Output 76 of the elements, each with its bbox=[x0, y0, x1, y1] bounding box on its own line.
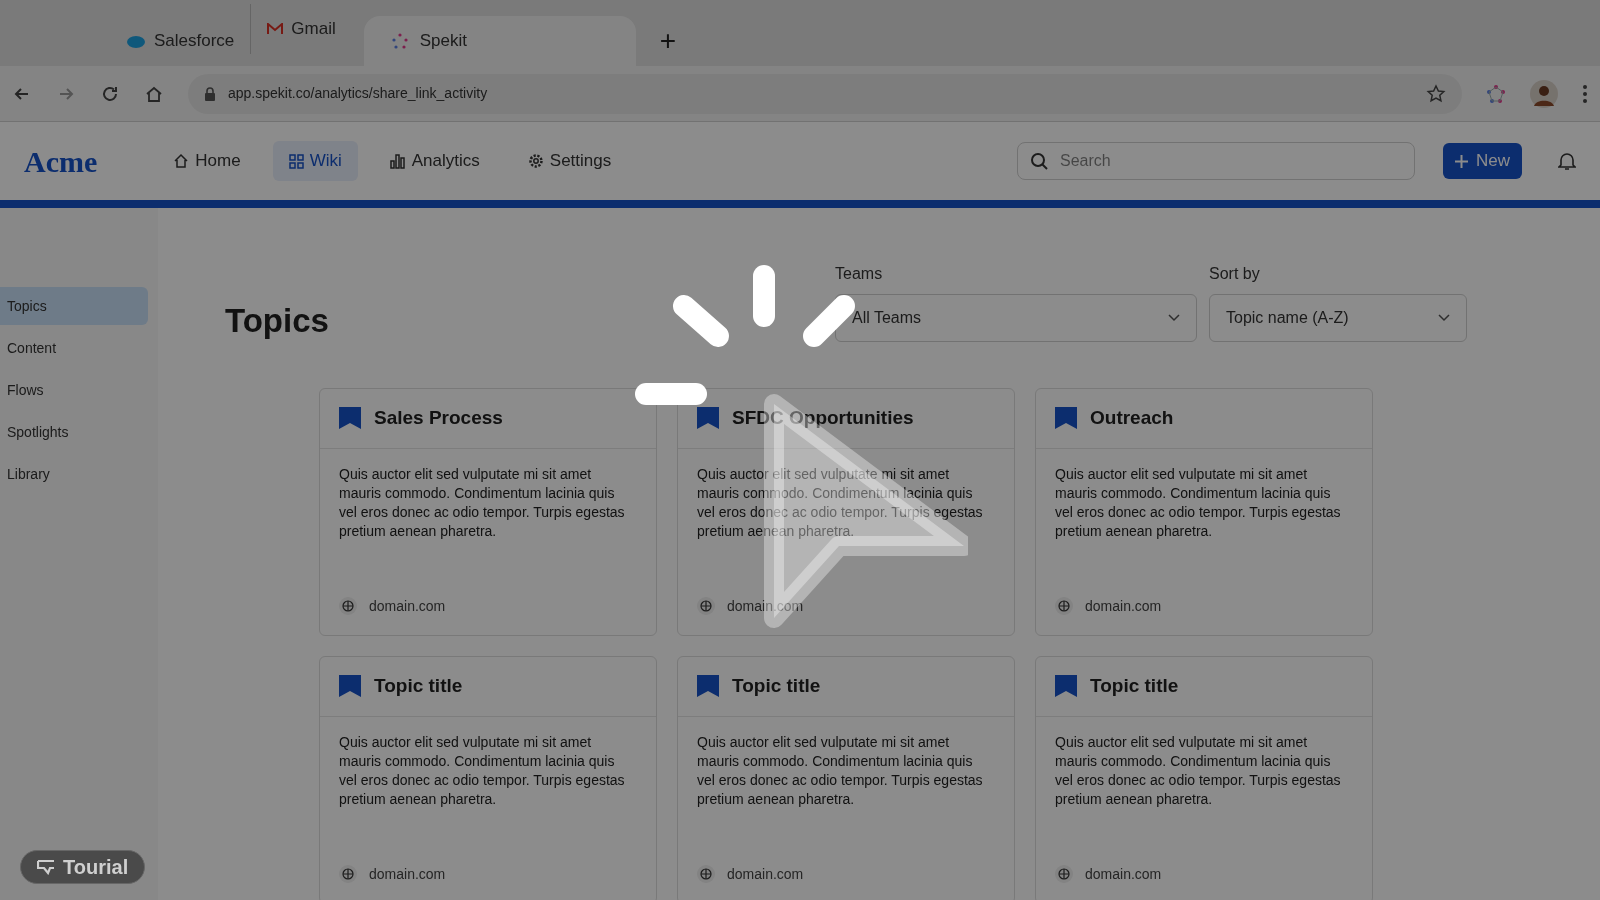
search-field[interactable]: Search bbox=[1017, 142, 1415, 180]
sidebar-item[interactable]: Flows bbox=[0, 371, 148, 409]
topic-card[interactable]: Topic title Quis auctor elit sed vulputate mi sit amet mauris commodo. Condimentum lacinia quis vel eros donec ac odio tempor. Turpis egestas pretium aenean pharetra. domain.com bbox=[319, 655, 657, 900]
card-title: Topic title bbox=[732, 673, 821, 698]
card-title: Sales Process bbox=[374, 405, 503, 430]
browser-tab[interactable]: Gmail bbox=[250, 4, 352, 54]
bookmark-icon bbox=[1054, 674, 1078, 698]
globe-icon bbox=[1055, 597, 1073, 615]
topic-card[interactable]: Sales Process Quis auctor elit sed vulputate mi sit amet mauris commodo. Condimentum lacinia quis vel eros donec ac odio tempor. Turpis egestas pretium aenean pharetra. domain.com bbox=[319, 387, 657, 636]
card-description: Quis auctor elit sed vulputate mi sit amet mauris commodo. Condimentum lacinia quis vel eros donec ac odio tempor. Turpis egestas pretium aenean pharetra. bbox=[338, 464, 626, 541]
home-icon bbox=[173, 153, 190, 169]
topic-card[interactable]: Topic title Quis auctor elit sed vulputate mi sit amet mauris commodo. Condimentum lacinia quis vel eros donec ac odio tempor. Turpis egestas pretium aenean pharetra. domain.com bbox=[677, 655, 1015, 900]
menu-icon[interactable] bbox=[1582, 83, 1588, 104]
chevron-down-icon bbox=[1168, 314, 1180, 322]
chat-icon bbox=[37, 859, 55, 875]
card-description: Quis auctor elit sed vulputate mi sit amet mauris commodo. Condimentum lacinia quis vel eros donec ac odio tempor. Turpis egestas pretium aenean pharetra. bbox=[1054, 732, 1342, 809]
chevron-down-icon bbox=[1438, 314, 1450, 322]
sidebar-item[interactable]: Library bbox=[0, 455, 148, 493]
nav-link[interactable]: Analytics bbox=[373, 141, 496, 181]
bell-icon[interactable] bbox=[1558, 151, 1576, 171]
sidebar-item[interactable]: Topics bbox=[0, 287, 148, 325]
card-description: Quis auctor elit sed vulputate mi sit amet mauris commodo. Condimentum lacinia quis vel eros donec ac odio tempor. Turpis egestas pretium aenean pharetra. bbox=[1054, 464, 1342, 541]
nav-link[interactable]: Wiki bbox=[272, 141, 358, 181]
new-button[interactable]: New bbox=[1443, 143, 1522, 179]
settings-icon bbox=[527, 153, 544, 169]
globe-icon bbox=[1055, 865, 1073, 883]
bookmark-icon bbox=[338, 406, 362, 430]
star-icon[interactable] bbox=[1426, 83, 1446, 104]
browser-tab[interactable]: Spekit bbox=[363, 16, 636, 66]
card-title: SFDC Opportunities bbox=[732, 405, 914, 430]
bookmark-icon bbox=[338, 674, 362, 698]
avatar-icon[interactable] bbox=[1530, 79, 1558, 108]
sidebar-item[interactable]: Spotlights bbox=[0, 413, 148, 451]
spark-icon bbox=[391, 33, 408, 49]
logo[interactable]: Acme bbox=[24, 138, 98, 184]
card-title: Topic title bbox=[1090, 673, 1179, 698]
card-description: Quis auctor elit sed vulputate mi sit amet mauris commodo. Condimentum lacinia quis vel eros donec ac odio tempor. Turpis egestas pretium aenean pharetra. bbox=[338, 732, 626, 809]
globe-icon bbox=[697, 597, 715, 615]
lock-icon bbox=[204, 86, 216, 101]
nav-link[interactable]: Settings bbox=[511, 141, 628, 181]
nav-link[interactable]: Home bbox=[157, 141, 257, 181]
domain-link[interactable]: domain.com bbox=[1085, 595, 1162, 617]
card-title: Topic title bbox=[374, 673, 463, 698]
dropdown[interactable]: Topic name (A-Z) bbox=[1209, 294, 1467, 342]
filter-label: Teams bbox=[835, 264, 884, 284]
filter-label: Sort by bbox=[1209, 264, 1261, 284]
search-icon bbox=[1030, 152, 1048, 170]
cloud-icon bbox=[126, 34, 146, 48]
url-text: app.spekit.co/analytics/share_link_activity bbox=[228, 84, 488, 103]
page-title: Topics bbox=[225, 301, 330, 341]
tourial-badge[interactable]: Tourial bbox=[20, 850, 146, 884]
bar-chart-icon bbox=[389, 153, 406, 169]
bookmark-icon bbox=[696, 406, 720, 430]
domain-link[interactable]: domain.com bbox=[1085, 863, 1162, 885]
sidebar-item[interactable]: Content bbox=[0, 329, 148, 367]
card-description: Quis auctor elit sed vulputate mi sit amet mauris commodo. Condimentum lacinia quis vel eros donec ac odio tempor. Turpis egestas pretium aenean pharetra. bbox=[696, 732, 984, 809]
bookmark-icon bbox=[696, 674, 720, 698]
domain-link[interactable]: domain.com bbox=[369, 863, 446, 885]
topic-card[interactable]: Topic title Quis auctor elit sed vulputate mi sit amet mauris commodo. Condimentum lacinia quis vel eros donec ac odio tempor. Turpis egestas pretium aenean pharetra. domain.com bbox=[1035, 655, 1373, 900]
card-description: Quis auctor elit sed vulputate mi sit amet mauris commodo. Condimentum lacinia quis vel eros donec ac odio tempor. Turpis egestas pretium aenean pharetra. bbox=[696, 464, 984, 541]
bookmark-icon bbox=[1054, 406, 1078, 430]
new-tab-button[interactable]: + bbox=[635, 16, 701, 66]
topic-card[interactable]: Outreach Quis auctor elit sed vulputate mi sit amet mauris commodo. Condimentum lacinia quis vel eros donec ac odio tempor. Turpis egestas pretium aenean pharetra. domain.com bbox=[1035, 387, 1373, 636]
mail-icon bbox=[267, 23, 284, 35]
extension-icon[interactable] bbox=[1486, 83, 1506, 104]
grid-icon bbox=[288, 153, 304, 169]
plus-icon bbox=[1455, 154, 1468, 168]
globe-icon bbox=[339, 865, 357, 883]
card-title: Outreach bbox=[1090, 405, 1174, 430]
browser-tab[interactable]: Salesforce bbox=[110, 16, 251, 66]
globe-icon bbox=[339, 597, 357, 615]
domain-link[interactable]: domain.com bbox=[727, 863, 804, 885]
address-bar[interactable]: app.spekit.co/analytics/share_link_activity bbox=[188, 73, 1462, 114]
domain-link[interactable]: domain.com bbox=[369, 595, 446, 617]
dropdown[interactable]: All Teams bbox=[835, 294, 1197, 342]
globe-icon bbox=[697, 865, 715, 883]
